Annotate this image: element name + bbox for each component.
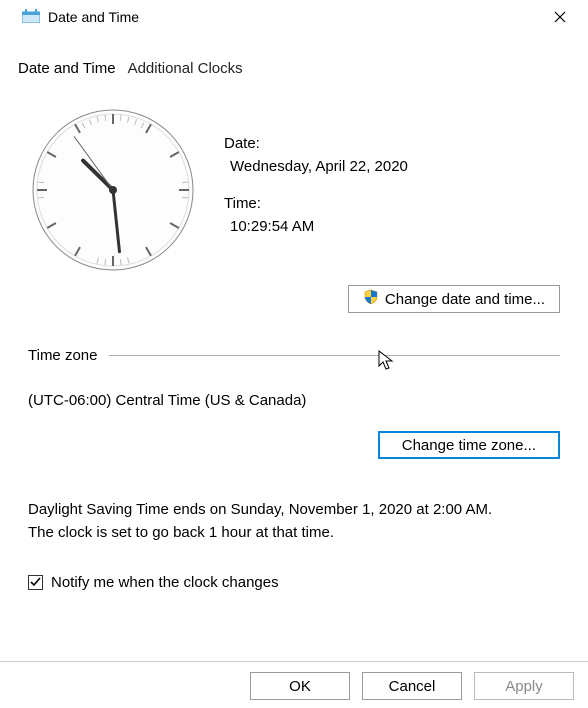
time-label: Time:	[224, 195, 408, 212]
notify-checkbox-label: Notify me when the clock changes	[51, 574, 279, 591]
tab-bar: Date and Time Additional Clocks	[0, 34, 588, 81]
date-label: Date:	[224, 135, 408, 152]
datetime-row: Date: Wednesday, April 22, 2020 Time: 10…	[28, 105, 560, 275]
change-date-time-label: Change date and time...	[385, 291, 545, 308]
apply-button[interactable]: Apply	[474, 672, 574, 700]
analog-clock	[28, 105, 198, 275]
timezone-heading: Time zone	[28, 347, 97, 364]
dst-line-2: The clock is set to go back 1 hour at th…	[28, 522, 560, 545]
time-value: 10:29:54 AM	[230, 218, 408, 235]
datetime-app-icon	[22, 9, 40, 26]
timezone-section-header: Time zone	[28, 347, 560, 364]
tab-additional-clocks[interactable]: Additional Clocks	[126, 56, 245, 81]
ok-button[interactable]: OK	[250, 672, 350, 700]
change-date-time-button[interactable]: Change date and time...	[348, 285, 560, 313]
change-timezone-row: Change time zone...	[28, 431, 560, 459]
dst-text: Daylight Saving Time ends on Sunday, Nov…	[28, 499, 560, 544]
window-title: Date and Time	[48, 9, 139, 25]
divider	[109, 355, 560, 356]
close-button[interactable]	[540, 7, 580, 28]
datetime-info: Date: Wednesday, April 22, 2020 Time: 10…	[224, 105, 408, 275]
clock-icon	[28, 105, 198, 275]
notify-checkbox[interactable]	[28, 575, 43, 590]
title-bar: Date and Time	[0, 0, 588, 34]
date-value: Wednesday, April 22, 2020	[230, 158, 408, 175]
change-datetime-row: Change date and time...	[28, 285, 560, 313]
close-icon	[554, 11, 566, 23]
change-time-zone-button[interactable]: Change time zone...	[378, 431, 560, 459]
shield-icon	[363, 289, 379, 309]
dialog-footer: OK Cancel Apply	[0, 661, 588, 700]
notify-checkbox-row: Notify me when the clock changes	[28, 574, 560, 591]
tab-date-and-time[interactable]: Date and Time	[16, 56, 118, 81]
timezone-value: (UTC-06:00) Central Time (US & Canada)	[28, 392, 560, 409]
dst-line-1: Daylight Saving Time ends on Sunday, Nov…	[28, 499, 560, 522]
content-area: Date: Wednesday, April 22, 2020 Time: 10…	[0, 81, 588, 591]
check-icon	[30, 577, 41, 588]
cancel-button[interactable]: Cancel	[362, 672, 462, 700]
